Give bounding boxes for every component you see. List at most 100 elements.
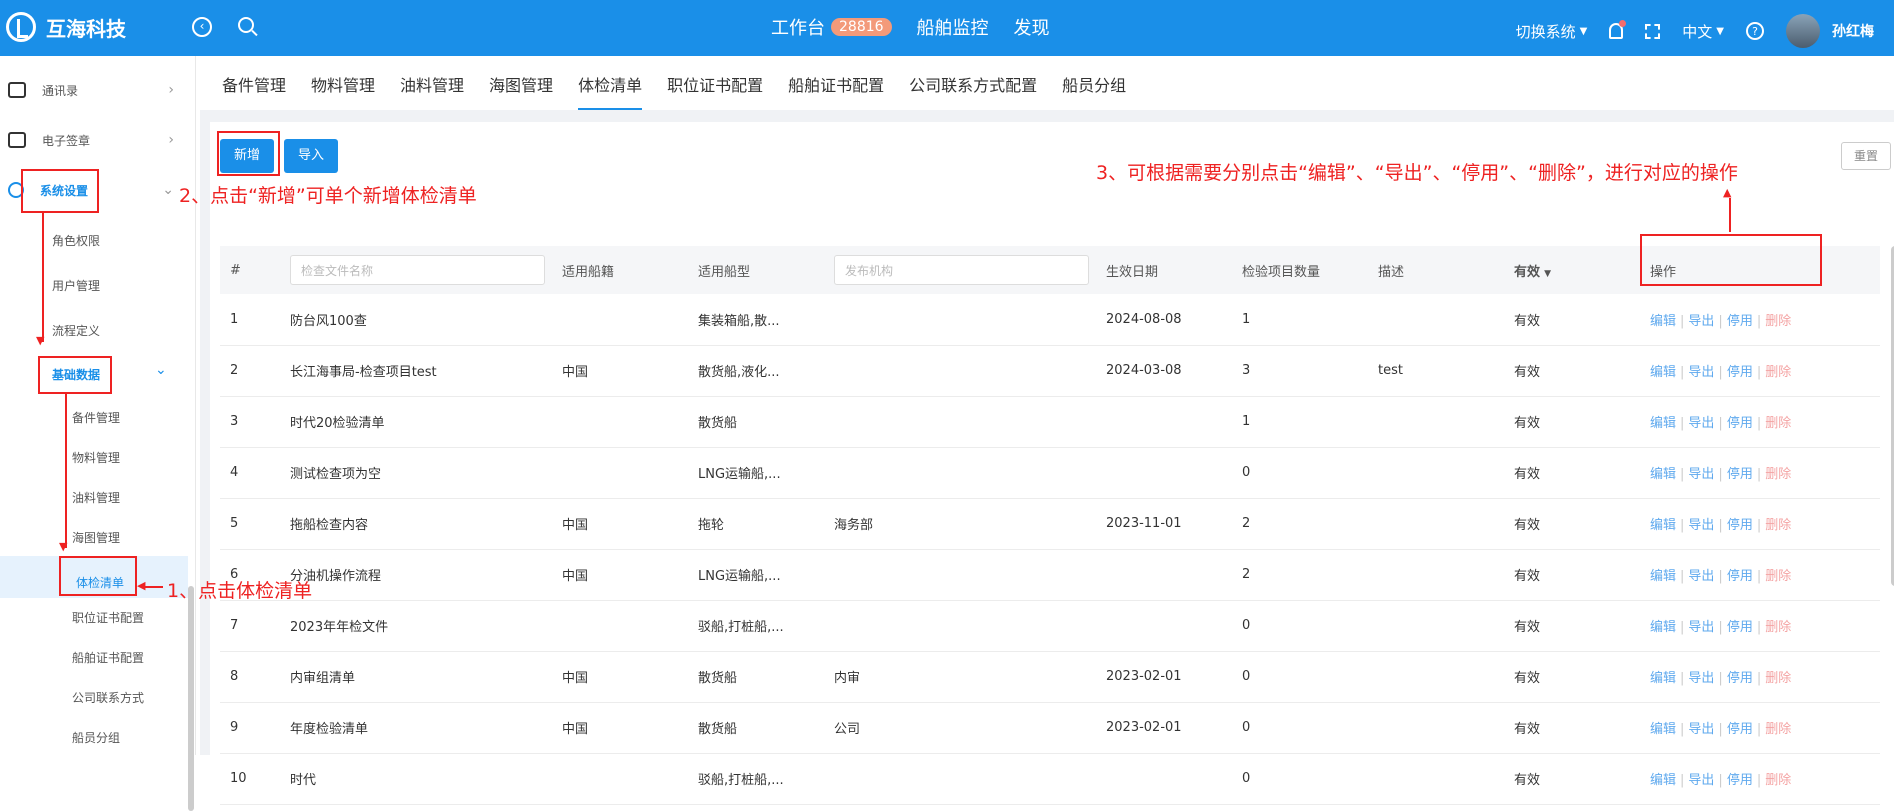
tab-checklist[interactable]: 体检清单 [578,56,643,110]
disable-link[interactable]: 停用 [1727,416,1753,431]
sidebar-scrollbar[interactable] [188,586,194,811]
edit-link[interactable]: 编辑 [1650,518,1676,533]
export-link[interactable]: 导出 [1688,671,1714,686]
cell-ops: 编辑 | 导出 | 停用 | 删除 [1640,753,1880,805]
search-icon[interactable] [238,17,254,33]
nav-ship-monitor[interactable]: 船舶监控 [917,14,989,40]
tab-oil[interactable]: 油料管理 [400,56,464,110]
disable-link[interactable]: 停用 [1727,467,1753,482]
sidebar-sub-position-cert[interactable]: 职位证书配置 [72,609,144,626]
disable-link[interactable]: 停用 [1727,569,1753,584]
switch-system-dropdown[interactable]: 切换系统 ▼ [1516,21,1588,42]
cell-date [1096,753,1232,805]
cell-type: 驳船,打桩船,... [688,600,824,652]
org-filter-input[interactable]: 发布机构 [834,255,1089,285]
delete-link[interactable]: 删除 [1765,671,1791,686]
annotation-arrow-line [65,393,67,548]
export-link[interactable]: 导出 [1688,620,1714,635]
disable-link[interactable]: 停用 [1727,671,1753,686]
export-link[interactable]: 导出 [1688,416,1714,431]
delete-link[interactable]: 删除 [1765,365,1791,380]
sidebar-sub-role[interactable]: 角色权限 [52,232,100,249]
export-link[interactable]: 导出 [1688,569,1714,584]
tab-position-cert[interactable]: 职位证书配置 [667,56,763,110]
separator: | [1718,518,1723,533]
arrow-down-icon: ▼ [36,334,45,347]
help-icon[interactable]: ? [1746,22,1764,40]
sidebar-sub-spare-parts[interactable]: 备件管理 [72,409,120,426]
cell-date: 2023-02-01 [1096,651,1232,703]
import-button[interactable]: 导入 [284,139,339,173]
tab-spare-parts[interactable]: 备件管理 [222,56,286,110]
sidebar-sub-oil[interactable]: 油料管理 [72,489,120,506]
disable-link[interactable]: 停用 [1727,314,1753,329]
bell-icon[interactable] [1609,20,1627,39]
separator: | [1718,620,1723,635]
brand-logo[interactable]: 互海科技 [6,12,126,42]
delete-link[interactable]: 删除 [1765,620,1791,635]
export-link[interactable]: 导出 [1688,518,1714,533]
disable-link[interactable]: 停用 [1727,518,1753,533]
cell-org [824,600,1096,652]
back-icon[interactable]: ‹ [192,17,212,37]
edit-link[interactable]: 编辑 [1650,416,1676,431]
col-valid[interactable]: 有效 ▼ [1504,246,1640,294]
language-dropdown[interactable]: 中文 ▼ [1682,21,1724,42]
tab-company-contact[interactable]: 公司联系方式配置 [909,56,1037,110]
sidebar-item-signature[interactable]: 电子签章 › [0,120,186,160]
export-link[interactable]: 导出 [1688,365,1714,380]
edit-link[interactable]: 编辑 [1650,620,1676,635]
export-link[interactable]: 导出 [1688,773,1714,788]
disable-link[interactable]: 停用 [1727,365,1753,380]
tab-materials[interactable]: 物料管理 [311,56,375,110]
separator: | [1718,773,1723,788]
disable-link[interactable]: 停用 [1727,620,1753,635]
nav-discover[interactable]: 发现 [1014,14,1050,40]
delete-link[interactable]: 删除 [1765,773,1791,788]
delete-link[interactable]: 删除 [1765,467,1791,482]
export-link[interactable]: 导出 [1688,314,1714,329]
sidebar-sub-materials[interactable]: 物料管理 [72,449,120,466]
tab-crew-group[interactable]: 船员分组 [1062,56,1126,110]
checklist-table: # 检查文件名称 适用船籍 适用船型 发布机构 生效日期 检验项目数量 描述 有… [220,246,1880,805]
sidebar-sub-charts[interactable]: 海图管理 [72,529,120,546]
cell-type: 驳船,打桩船,... [688,753,824,805]
sidebar-sub-crew-group[interactable]: 船员分组 [72,729,120,746]
contacts-icon [8,82,26,98]
delete-link[interactable]: 删除 [1765,722,1791,737]
top-nav: 工作台 28816 船舶监控 发现 [771,14,1075,40]
cell-flag: 中国 [552,345,688,397]
sidebar-sub-company-contact[interactable]: 公司联系方式 [72,689,144,706]
separator: | [1756,620,1762,635]
sidebar-sub-ship-cert[interactable]: 船舶证书配置 [72,649,144,666]
separator: | [1680,620,1685,635]
reset-button[interactable]: 重置 [1841,142,1891,170]
switch-system-label: 切换系统 [1515,22,1576,41]
tab-ship-cert[interactable]: 船舶证书配置 [788,56,884,110]
edit-link[interactable]: 编辑 [1650,365,1676,380]
edit-link[interactable]: 编辑 [1650,773,1676,788]
delete-link[interactable]: 删除 [1765,569,1791,584]
fullscreen-icon[interactable] [1645,23,1661,39]
name-filter-input[interactable]: 检查文件名称 [290,255,545,285]
user-menu[interactable]: 孙红梅 [1786,14,1874,48]
disable-link[interactable]: 停用 [1727,773,1753,788]
nav-workbench[interactable]: 工作台 28816 [771,14,892,40]
edit-link[interactable]: 编辑 [1650,314,1676,329]
delete-link[interactable]: 删除 [1765,416,1791,431]
cell-flag [552,447,688,499]
edit-link[interactable]: 编辑 [1650,569,1676,584]
sidebar-sub-workflow[interactable]: 流程定义 [52,322,100,339]
export-link[interactable]: 导出 [1688,722,1714,737]
delete-link[interactable]: 删除 [1765,314,1791,329]
export-link[interactable]: 导出 [1688,467,1714,482]
tab-charts[interactable]: 海图管理 [489,56,553,110]
sidebar-item-contacts[interactable]: 通讯录 › [0,70,186,110]
edit-link[interactable]: 编辑 [1650,671,1676,686]
disable-link[interactable]: 停用 [1727,722,1753,737]
edit-link[interactable]: 编辑 [1650,467,1676,482]
sidebar-sub-users[interactable]: 用户管理 [52,277,100,294]
caret-down-icon: ▼ [1579,25,1588,37]
delete-link[interactable]: 删除 [1765,518,1791,533]
edit-link[interactable]: 编辑 [1650,722,1676,737]
